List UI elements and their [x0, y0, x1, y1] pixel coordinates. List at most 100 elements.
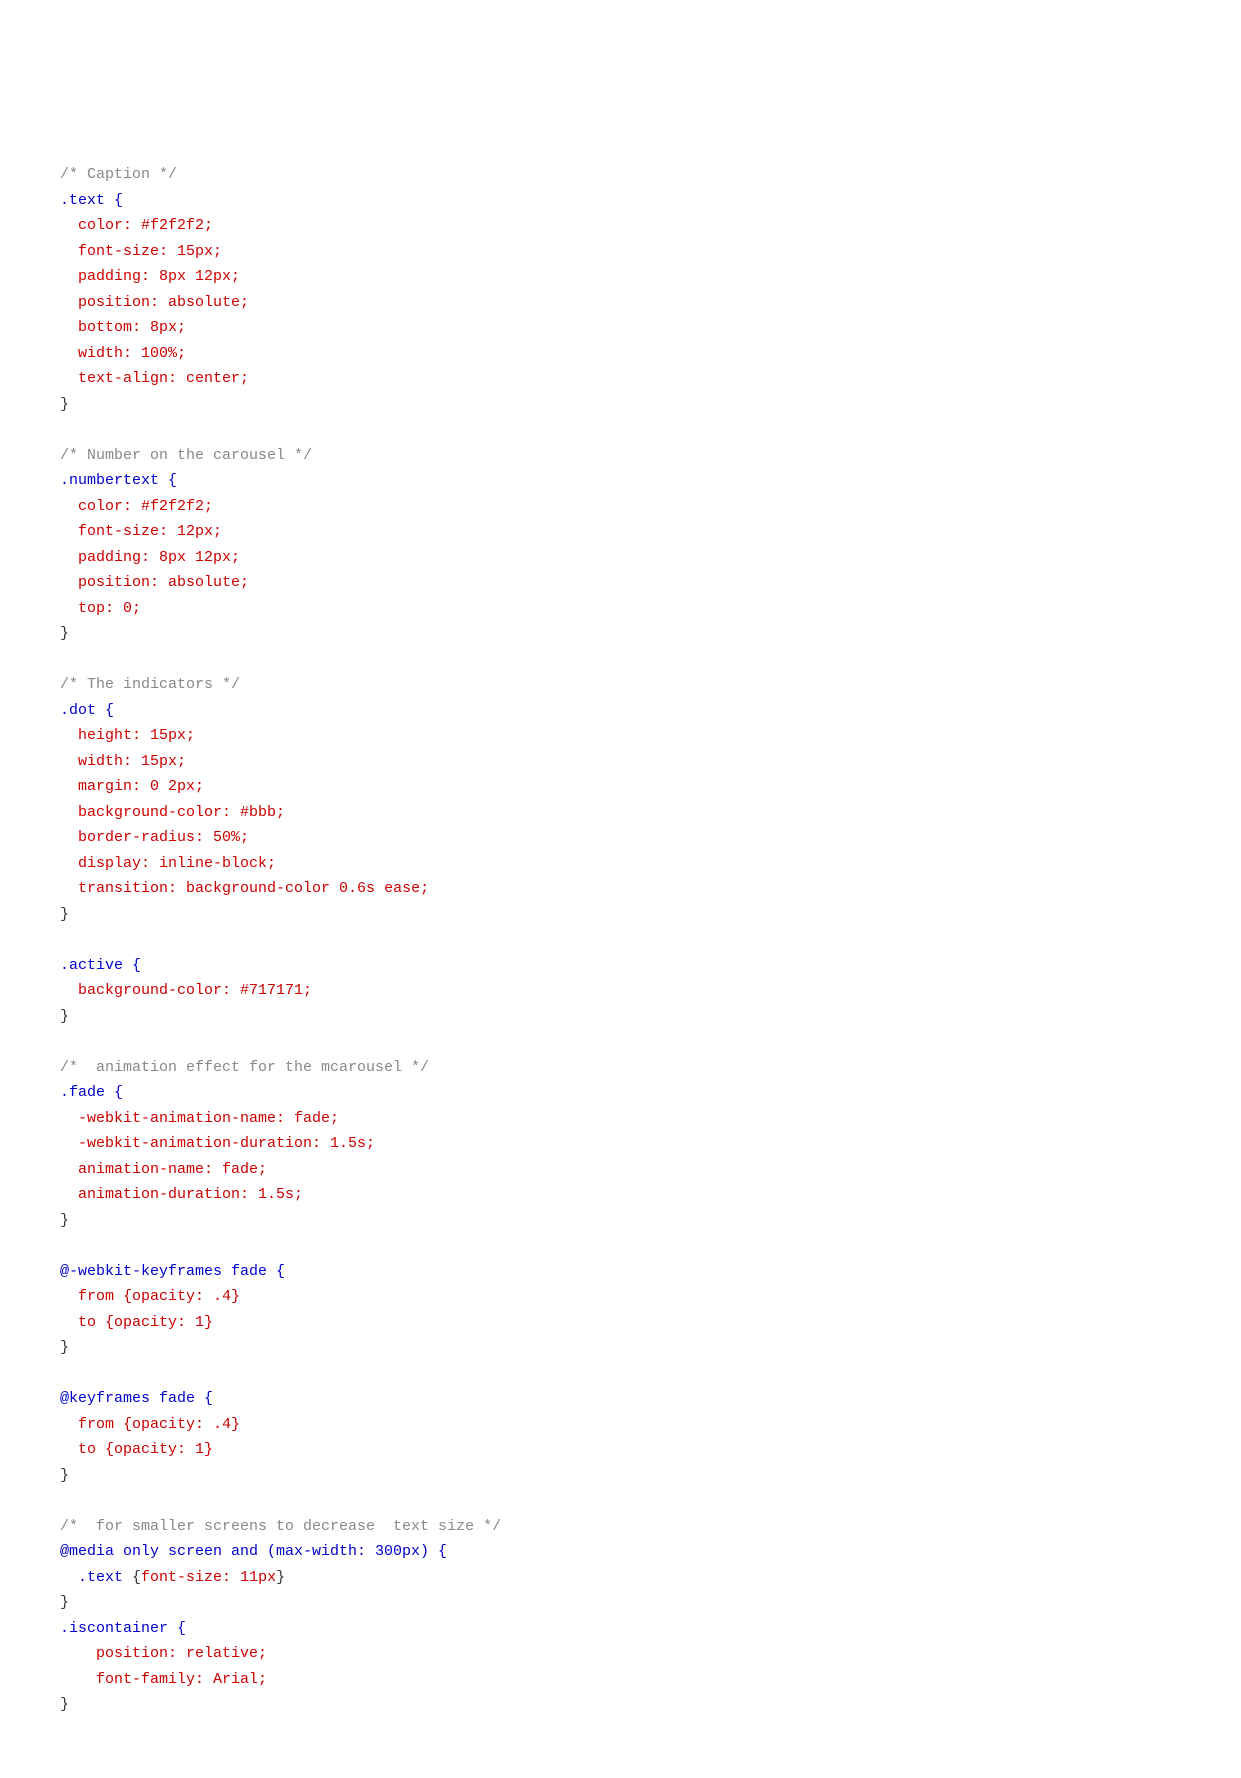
code-line: top: 0; — [60, 596, 1181, 622]
code-line: .dot { — [60, 698, 1181, 724]
at-rule-text: @media only screen and (max-width: 300px… — [60, 1543, 447, 1560]
code-line: animation-duration: 1.5s; — [60, 1182, 1181, 1208]
code-line: from {opacity: .4} — [60, 1412, 1181, 1438]
value-text: {opacity: 1} — [105, 1441, 213, 1458]
value-text: 8px; — [150, 319, 186, 336]
property-text: height: — [60, 727, 150, 744]
property-text: display: — [60, 855, 159, 872]
code-line: } — [60, 1692, 1181, 1718]
property-text: from — [60, 1416, 123, 1433]
property-text: padding: — [60, 268, 159, 285]
property-text: animation-duration: — [60, 1186, 258, 1203]
code-line: /* Caption */ — [60, 162, 1181, 188]
value-text: {opacity: .4} — [123, 1288, 240, 1305]
code-line: @keyframes fade { — [60, 1386, 1181, 1412]
code-line — [60, 1361, 1181, 1387]
code-line: background-color: #bbb; — [60, 800, 1181, 826]
value-text: 12px; — [177, 523, 222, 540]
property-text: position: — [60, 574, 168, 591]
value-text: 15px; — [177, 243, 222, 260]
code-line: font-family: Arial; — [60, 1667, 1181, 1693]
value-text: 8px 12px; — [159, 268, 240, 285]
code-line — [60, 1233, 1181, 1259]
punctuation-text: } — [60, 625, 69, 642]
code-line: to {opacity: 1} — [60, 1310, 1181, 1336]
value-text: absolute; — [168, 294, 249, 311]
code-line: @-webkit-keyframes fade { — [60, 1259, 1181, 1285]
code-line: to {opacity: 1} — [60, 1437, 1181, 1463]
code-line: /* animation effect for the mcarousel */ — [60, 1055, 1181, 1081]
value-text: 8px 12px; — [159, 549, 240, 566]
code-line: padding: 8px 12px; — [60, 264, 1181, 290]
code-line: .iscontainer { — [60, 1616, 1181, 1642]
code-line: } — [60, 1004, 1181, 1030]
comment-text: /* for smaller screens to decrease text … — [60, 1518, 501, 1535]
selector-text: .active { — [60, 957, 141, 974]
at-rule-text: @keyframes fade { — [60, 1390, 213, 1407]
property-text: -webkit-animation-duration: — [60, 1135, 330, 1152]
property-text: background-color: — [60, 982, 240, 999]
selector-text: .fade { — [60, 1084, 123, 1101]
selector-text: .text — [60, 1569, 132, 1586]
code-line: /* Number on the carousel */ — [60, 443, 1181, 469]
code-line: } — [60, 1590, 1181, 1616]
code-line: .text { — [60, 188, 1181, 214]
at-rule-text: @-webkit-keyframes fade { — [60, 1263, 285, 1280]
code-line: width: 15px; — [60, 749, 1181, 775]
value-text: #bbb; — [240, 804, 285, 821]
property-text: background-color: — [60, 804, 240, 821]
value-text: #f2f2f2; — [141, 217, 213, 234]
code-line: .numbertext { — [60, 468, 1181, 494]
punctuation-text: } — [60, 1212, 69, 1229]
code-line — [60, 86, 1181, 112]
property-text: width: — [60, 345, 141, 362]
code-line: .text {font-size: 11px} — [60, 1565, 1181, 1591]
code-line — [60, 647, 1181, 673]
selector-text: .iscontainer { — [60, 1620, 186, 1637]
code-line: @media only screen and (max-width: 300px… — [60, 1539, 1181, 1565]
property-text: position: — [60, 1645, 186, 1662]
property-text: font-size: — [60, 523, 177, 540]
value-text: fade; — [294, 1110, 339, 1127]
value-text: 15px; — [150, 727, 195, 744]
code-line: border-radius: 50%; — [60, 825, 1181, 851]
property-text: text-align: — [60, 370, 186, 387]
value-text: background-color 0.6s ease; — [186, 880, 429, 897]
property-text: -webkit-animation-name: — [60, 1110, 294, 1127]
selector-text: .dot { — [60, 702, 114, 719]
value-text: 1.5s; — [330, 1135, 375, 1152]
code-line: font-size: 15px; — [60, 239, 1181, 265]
property-text: animation-name: — [60, 1161, 222, 1178]
code-line: margin: 0 2px; — [60, 774, 1181, 800]
value-text: 1.5s; — [258, 1186, 303, 1203]
code-editor: /* Caption */ .text { color: #f2f2f2; fon… — [60, 60, 1181, 1718]
code-line: font-size: 12px; — [60, 519, 1181, 545]
code-line: position: absolute; — [60, 570, 1181, 596]
code-line: color: #f2f2f2; — [60, 213, 1181, 239]
code-line: animation-name: fade; — [60, 1157, 1181, 1183]
property-text: padding: — [60, 549, 159, 566]
value-text: {opacity: .4} — [123, 1416, 240, 1433]
punctuation-text: } — [60, 1467, 69, 1484]
code-line: /* The indicators */ — [60, 672, 1181, 698]
code-line — [60, 1488, 1181, 1514]
punctuation-text: } — [60, 1696, 69, 1713]
comment-text: /* Caption */ — [60, 166, 177, 183]
property-text: width: — [60, 753, 141, 770]
punctuation-text: { — [132, 1569, 141, 1586]
property-text: font-family: — [60, 1671, 213, 1688]
code-line: } — [60, 621, 1181, 647]
punctuation-text: } — [60, 1594, 69, 1611]
code-line: display: inline-block; — [60, 851, 1181, 877]
code-line — [60, 137, 1181, 163]
punctuation-text: } — [276, 1569, 285, 1586]
value-text: 0; — [123, 600, 141, 617]
code-line: } — [60, 1335, 1181, 1361]
property-text: position: — [60, 294, 168, 311]
code-line: from {opacity: .4} — [60, 1284, 1181, 1310]
code-line: /* for smaller screens to decrease text … — [60, 1514, 1181, 1540]
value-text: 0 2px; — [150, 778, 204, 795]
property-text: font-size: — [141, 1569, 240, 1586]
code-line: } — [60, 392, 1181, 418]
code-line: position: absolute; — [60, 290, 1181, 316]
